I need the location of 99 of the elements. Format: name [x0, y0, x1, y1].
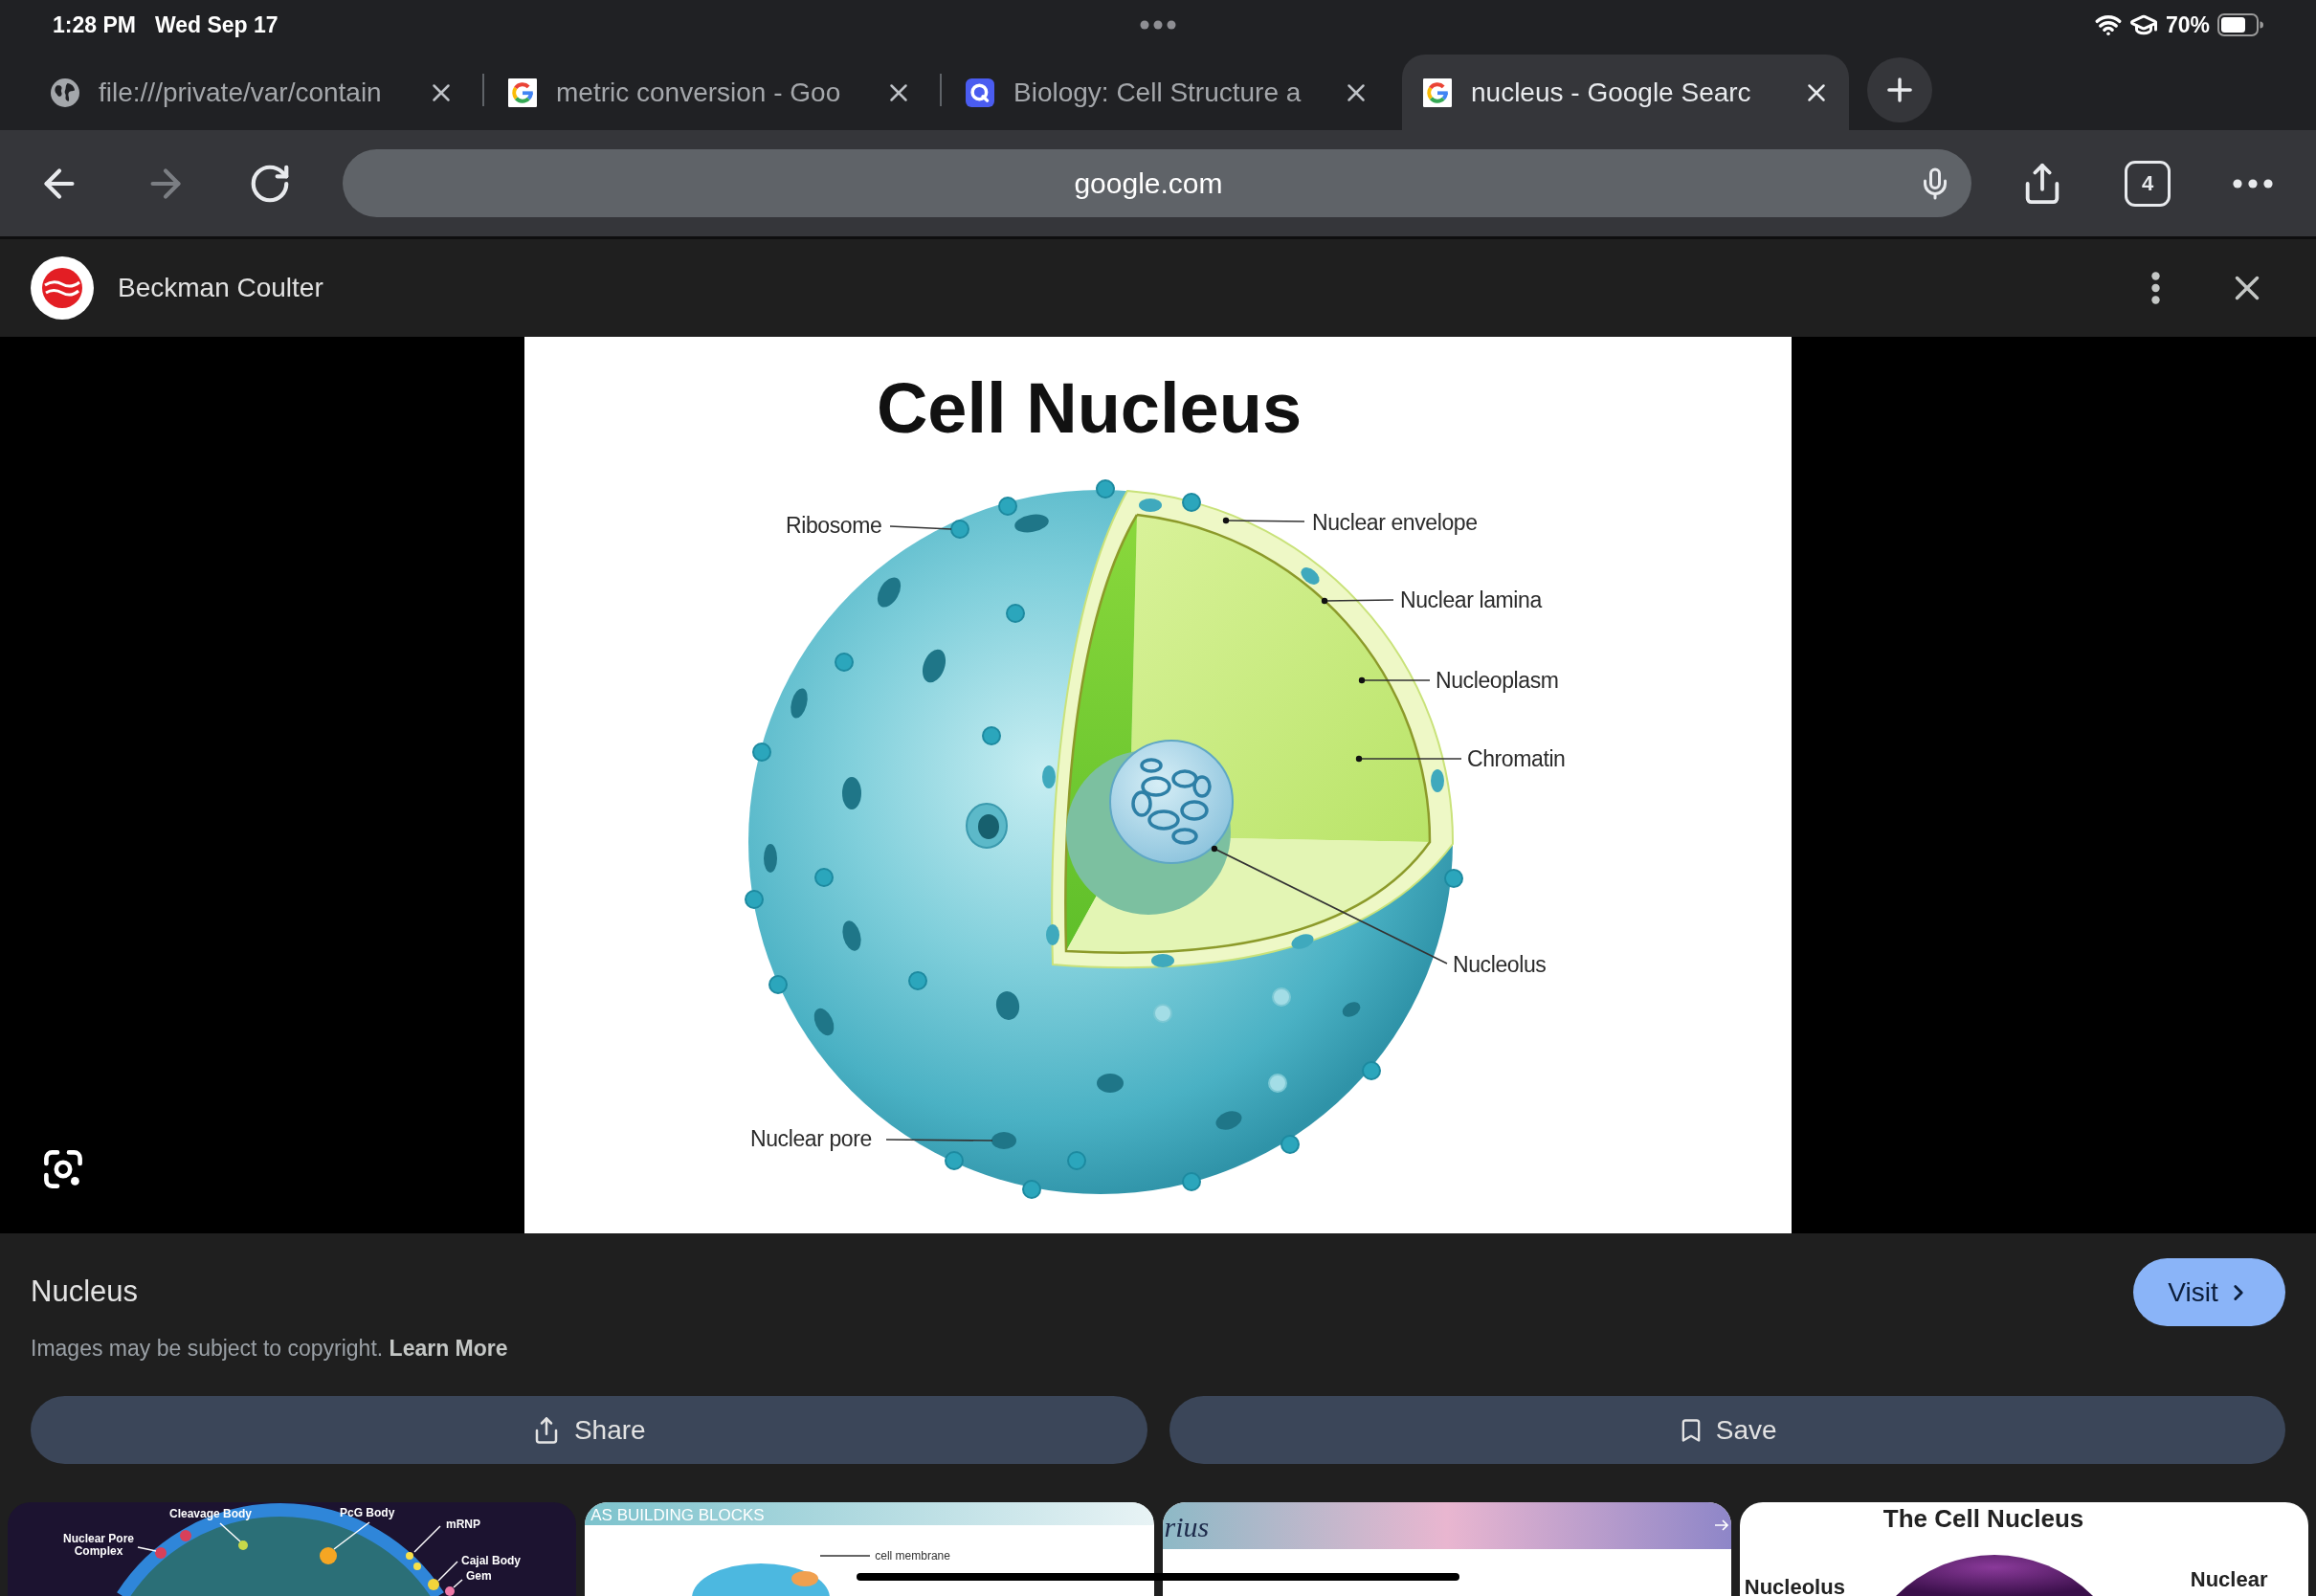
ribosome-dot — [745, 890, 764, 909]
nuclear-pore — [877, 577, 902, 608]
ribosome-dot — [1182, 493, 1201, 512]
nuclear-pore — [1097, 1074, 1124, 1093]
nuclear-pore — [1342, 1002, 1361, 1017]
ribosome-dot — [752, 743, 771, 762]
ribosome-dot — [1022, 1180, 1041, 1199]
related-image[interactable]: Cleavage Body PcG Body mRNP Nuclear Pore Complex Cajal Body Gem — [8, 1502, 577, 1596]
related-image[interactable]: AS BUILDING BLOCKS cell membrane — [585, 1502, 1154, 1596]
thumbnail-heading: The Cell Nucleus — [1882, 1503, 2084, 1535]
visit-button[interactable]: Visit — [2133, 1258, 2285, 1326]
ribosome-dot — [950, 520, 969, 539]
status-time: 1:28 PM — [53, 11, 136, 39]
leader-line — [219, 1522, 241, 1542]
nuclear-pore — [842, 777, 861, 809]
thumbnail-label: Nuclear Pore Complex — [61, 1533, 135, 1558]
organelle-dot — [180, 1530, 191, 1541]
organelle-dot — [413, 1563, 421, 1570]
g-logo-icon — [508, 78, 537, 107]
leader-line — [333, 1521, 370, 1550]
nuclear-pore — [791, 688, 808, 719]
thumbnail-heading: rius — [1164, 1511, 1210, 1543]
nuclear-pore — [1301, 567, 1320, 585]
thumbnail-label: cell membrane — [875, 1548, 950, 1564]
arrow-icon — [1714, 1519, 1728, 1531]
nuclear-pore — [764, 844, 777, 873]
thumbnail-label: Nuclear — [2190, 1566, 2268, 1593]
thumbnail-label: Cajal Body — [461, 1553, 521, 1569]
nuclear-pore — [1431, 769, 1444, 792]
source-name: Beckman Coulter — [118, 272, 323, 304]
browser-tab[interactable]: Biology: Cell Structure a — [945, 55, 1394, 130]
nuclear-pore — [813, 1008, 835, 1036]
result-title: Nucleus — [31, 1274, 138, 1311]
organelle-dot — [238, 1541, 248, 1550]
organelle-dot — [428, 1579, 439, 1590]
ribosome-dot — [768, 975, 788, 994]
tab-switcher-button[interactable]: 4 — [2125, 160, 2171, 207]
organelle-dot — [155, 1547, 167, 1559]
globe-icon — [51, 78, 79, 107]
diagram-label: Nuclear lamina — [1400, 587, 1542, 612]
browser-tab[interactable]: file:///private/var/contain — [30, 55, 479, 130]
address-field[interactable]: google.com — [343, 149, 1971, 217]
leader-line — [819, 1555, 871, 1557]
learn-more-link[interactable]: Learn More — [389, 1336, 508, 1361]
thumbnail-label: Nucleolus — [1744, 1574, 1845, 1596]
diagram-label: Nucleoplasm — [1436, 668, 1559, 693]
thumbnail-label: Gem — [466, 1568, 492, 1585]
nuclear-pore — [995, 991, 1020, 1020]
battery-icon — [2217, 13, 2263, 36]
nuclear-pore — [991, 1132, 1016, 1149]
nuclear-pore — [1139, 499, 1162, 512]
battery-percentage: 70% — [2165, 11, 2210, 39]
share-button[interactable]: Share — [31, 1396, 1147, 1464]
ribosome-dot — [998, 497, 1017, 516]
ribosome-dot — [1182, 1172, 1201, 1191]
leader-line — [413, 1525, 441, 1553]
related-image[interactable]: The Cell Nucleus Nucleolus Nuclear — [1739, 1502, 2308, 1596]
copyright-notice: Images may be subject to copyright. Learn More — [31, 1335, 509, 1363]
ribosome-dot — [1444, 869, 1463, 888]
organelle-dot — [445, 1586, 455, 1596]
browser-tab[interactable]: metric conversion - Goo — [487, 55, 937, 130]
nuclear-pore — [966, 803, 1008, 849]
ellipsis-icon — [1140, 20, 1176, 30]
diagram-label: Nuclear pore — [750, 1126, 872, 1151]
nuclear-pore — [1046, 924, 1059, 945]
ribosome-dot — [1362, 1061, 1381, 1080]
nuclear-pore — [1014, 514, 1049, 533]
ribosome-dot — [1096, 479, 1115, 499]
thumbnail-label: PcG Body — [340, 1505, 395, 1521]
thumbnail-heading: AS BUILDING BLOCKS — [590, 1505, 765, 1526]
nuclear-pore — [1215, 1111, 1242, 1130]
source-logo-icon — [31, 256, 94, 320]
thumbnail-label: mRNP — [446, 1517, 480, 1533]
g-logo-icon — [1423, 78, 1452, 107]
lens-icon — [44, 1150, 82, 1188]
save-button[interactable]: Save — [1169, 1396, 2285, 1464]
diagram-label: Chromatin — [1467, 746, 1566, 771]
diagram-label: Ribosome — [786, 513, 882, 538]
diagram-label: Nuclear envelope — [1312, 510, 1478, 535]
nuclear-pore — [922, 649, 946, 683]
leader-line — [137, 1546, 157, 1552]
status-date: Wed Sep 17 — [154, 11, 278, 39]
more-icon — [2233, 178, 2273, 188]
organelle-dot — [406, 1552, 413, 1560]
q-logo-icon — [966, 78, 994, 107]
nuclear-pore — [1291, 934, 1314, 949]
organelle-dot — [320, 1547, 337, 1564]
diagram-label: Nucleolus — [1453, 952, 1547, 977]
ribosome-dot — [945, 1151, 964, 1170]
thumbnail-label: Cleavage Body — [169, 1506, 253, 1522]
diagram-title: Cell Nucleus — [876, 367, 1303, 448]
leader-line — [889, 525, 952, 530]
browser-tab[interactable]: nucleus - Google Searc — [1402, 55, 1849, 130]
nuclear-pore — [1042, 765, 1056, 788]
nuclear-pore — [1151, 954, 1174, 967]
related-image[interactable]: rius — [1162, 1502, 1731, 1596]
nuclear-pore — [842, 920, 861, 951]
ribosome-dot — [1280, 1135, 1300, 1154]
kebab-icon — [2150, 272, 2160, 304]
